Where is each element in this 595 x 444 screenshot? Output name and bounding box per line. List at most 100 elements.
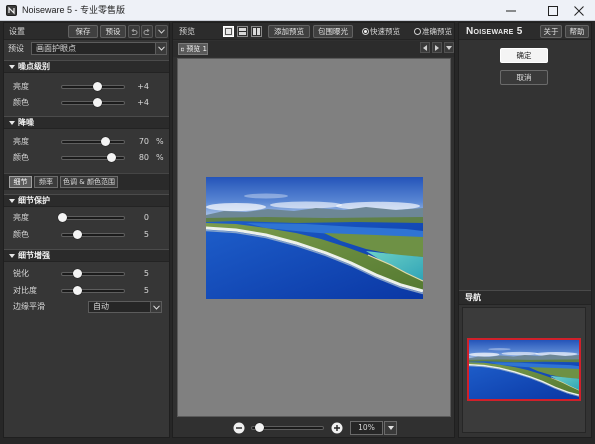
tab-frequency[interactable]: 频率 — [34, 176, 58, 188]
zoom-out-button[interactable] — [233, 422, 245, 434]
settings-menu-button[interactable] — [155, 25, 168, 38]
maximize-icon — [548, 5, 558, 16]
slider-unit: % — [156, 137, 164, 146]
zoom-in-button[interactable] — [331, 422, 343, 434]
minimize-icon — [506, 10, 516, 11]
fast-preview-radio[interactable] — [362, 28, 369, 35]
preview-title: 预览 — [179, 27, 195, 36]
tab-tone-color-range[interactable]: 色调 & 颜色范围 — [60, 176, 118, 188]
slider-knob[interactable] — [73, 230, 82, 239]
save-button[interactable]: 保存 — [68, 25, 98, 38]
close-button[interactable] — [566, 0, 592, 21]
slider-row: 对比度 5 — [4, 283, 169, 299]
navigator-header: 导航 — [459, 290, 591, 305]
title-bar: Noiseware 5 - 专业零售版 — [0, 0, 595, 21]
about-button[interactable]: 关于 — [540, 25, 562, 38]
slider-track[interactable] — [61, 98, 125, 107]
slider-track[interactable] — [61, 269, 125, 278]
bracket-button[interactable]: 包围曝光 — [313, 25, 353, 38]
slider-track[interactable] — [61, 82, 125, 91]
slider-knob[interactable] — [100, 137, 110, 146]
preview-toolbar: 预览 添加预览 包围曝光 快速预览 准确预览 — [173, 23, 454, 40]
slider-label: 亮度 — [13, 213, 29, 222]
accurate-preview-radio[interactable] — [414, 28, 421, 35]
slider-knob[interactable] — [73, 286, 82, 295]
edge-smoothing-arrow[interactable] — [150, 302, 161, 312]
split-vertical-icon — [253, 28, 260, 35]
slider-knob[interactable] — [93, 98, 103, 107]
tab-detail[interactable]: 细节 — [9, 176, 32, 188]
tab-prev-button[interactable] — [420, 42, 430, 53]
plus-circle-icon — [331, 422, 343, 434]
zoom-slider-knob[interactable] — [254, 423, 264, 432]
view-split-vertical-button[interactable] — [251, 26, 262, 37]
edge-smoothing-select[interactable]: 自动 — [88, 301, 162, 313]
slider-knob[interactable] — [107, 153, 117, 162]
slider-row: 颜色 +4 — [4, 95, 169, 111]
undo-button[interactable] — [128, 25, 140, 38]
preview-tab-label: 预览 1 — [186, 45, 207, 53]
preview-tab[interactable]: 预览 1 — [178, 43, 208, 55]
preset-button[interactable]: 预设 — [100, 25, 126, 38]
minimize-button[interactable] — [498, 0, 524, 21]
arrow-left-icon — [423, 44, 427, 51]
redo-button[interactable] — [141, 25, 153, 38]
zoom-dropdown-button[interactable] — [384, 421, 397, 435]
noiseware-app-icon — [6, 5, 17, 16]
section-detail-protection[interactable]: 细节保护 — [4, 194, 169, 207]
slider-row: 亮度 70 % — [4, 134, 169, 150]
slider-knob[interactable] — [73, 269, 82, 278]
zoom-value: 10% — [358, 423, 375, 432]
slider-track[interactable] — [61, 286, 125, 295]
ok-button[interactable]: 确定 — [500, 48, 548, 63]
triangle-down-icon — [9, 199, 15, 203]
preset-select[interactable]: 画面护眼点 — [31, 42, 167, 55]
slider-track[interactable] — [57, 213, 125, 222]
section-detail-enhancement[interactable]: 细节增强 — [4, 249, 169, 262]
slider-value: +4 — [137, 98, 149, 107]
slider-track[interactable] — [61, 153, 125, 162]
slider-knob[interactable] — [93, 82, 103, 91]
section-noise-reduction[interactable]: 降噪 — [4, 116, 169, 129]
navigator-thumbnail[interactable] — [467, 338, 581, 401]
slider-label: 对比度 — [13, 286, 37, 295]
zoom-bar: 10% — [173, 419, 454, 437]
preview-tab-row: 预览 1 — [173, 41, 454, 57]
triangle-down-icon — [9, 121, 15, 125]
section-noise-level[interactable]: 噪点级别 — [4, 60, 169, 73]
slider-value: 80 — [138, 153, 149, 162]
preset-label: 预设 — [8, 44, 24, 53]
help-button[interactable]: 帮助 — [565, 25, 589, 38]
chevron-down-icon — [158, 29, 165, 34]
add-preview-button[interactable]: 添加预览 — [268, 25, 310, 38]
slider-track[interactable] — [61, 137, 125, 146]
tab-menu-button[interactable] — [444, 42, 454, 53]
triangle-down-icon — [9, 254, 15, 258]
preview-panel: 预览 添加预览 包围曝光 快速预览 准确预览 预览 1 10% — [172, 22, 455, 438]
view-split-horizontal-button[interactable] — [237, 26, 248, 37]
maximize-button[interactable] — [540, 0, 566, 21]
triangle-down-icon — [9, 65, 15, 69]
edge-smoothing-value: 自动 — [93, 302, 109, 311]
chevron-down-icon — [152, 304, 160, 310]
slider-track[interactable] — [61, 230, 125, 239]
slider-row: 颜色 80 % — [4, 150, 169, 166]
zoom-slider[interactable] — [251, 423, 324, 432]
preview-image[interactable] — [206, 177, 423, 299]
zoom-field[interactable]: 10% — [350, 421, 383, 435]
section-title: 细节保护 — [18, 196, 50, 205]
tab-next-button[interactable] — [432, 42, 442, 53]
redo-icon — [143, 28, 150, 35]
settings-title: 设置 — [9, 27, 25, 36]
view-single-button[interactable] — [223, 26, 234, 37]
accurate-preview-label[interactable]: 准确预览 — [422, 27, 452, 37]
slider-knob[interactable] — [57, 213, 67, 222]
side-panel: Noiseware 5 关于 帮助 确定 取消 导航 — [458, 22, 592, 438]
slider-value: 5 — [143, 269, 149, 278]
preset-row: 预设 画面护眼点 — [4, 41, 169, 56]
fast-preview-label[interactable]: 快速预览 — [370, 27, 400, 37]
cancel-button[interactable]: 取消 — [500, 70, 548, 85]
slider-label: 颜色 — [13, 153, 29, 162]
preset-select-arrow[interactable] — [155, 43, 166, 54]
preview-canvas[interactable] — [177, 58, 451, 417]
